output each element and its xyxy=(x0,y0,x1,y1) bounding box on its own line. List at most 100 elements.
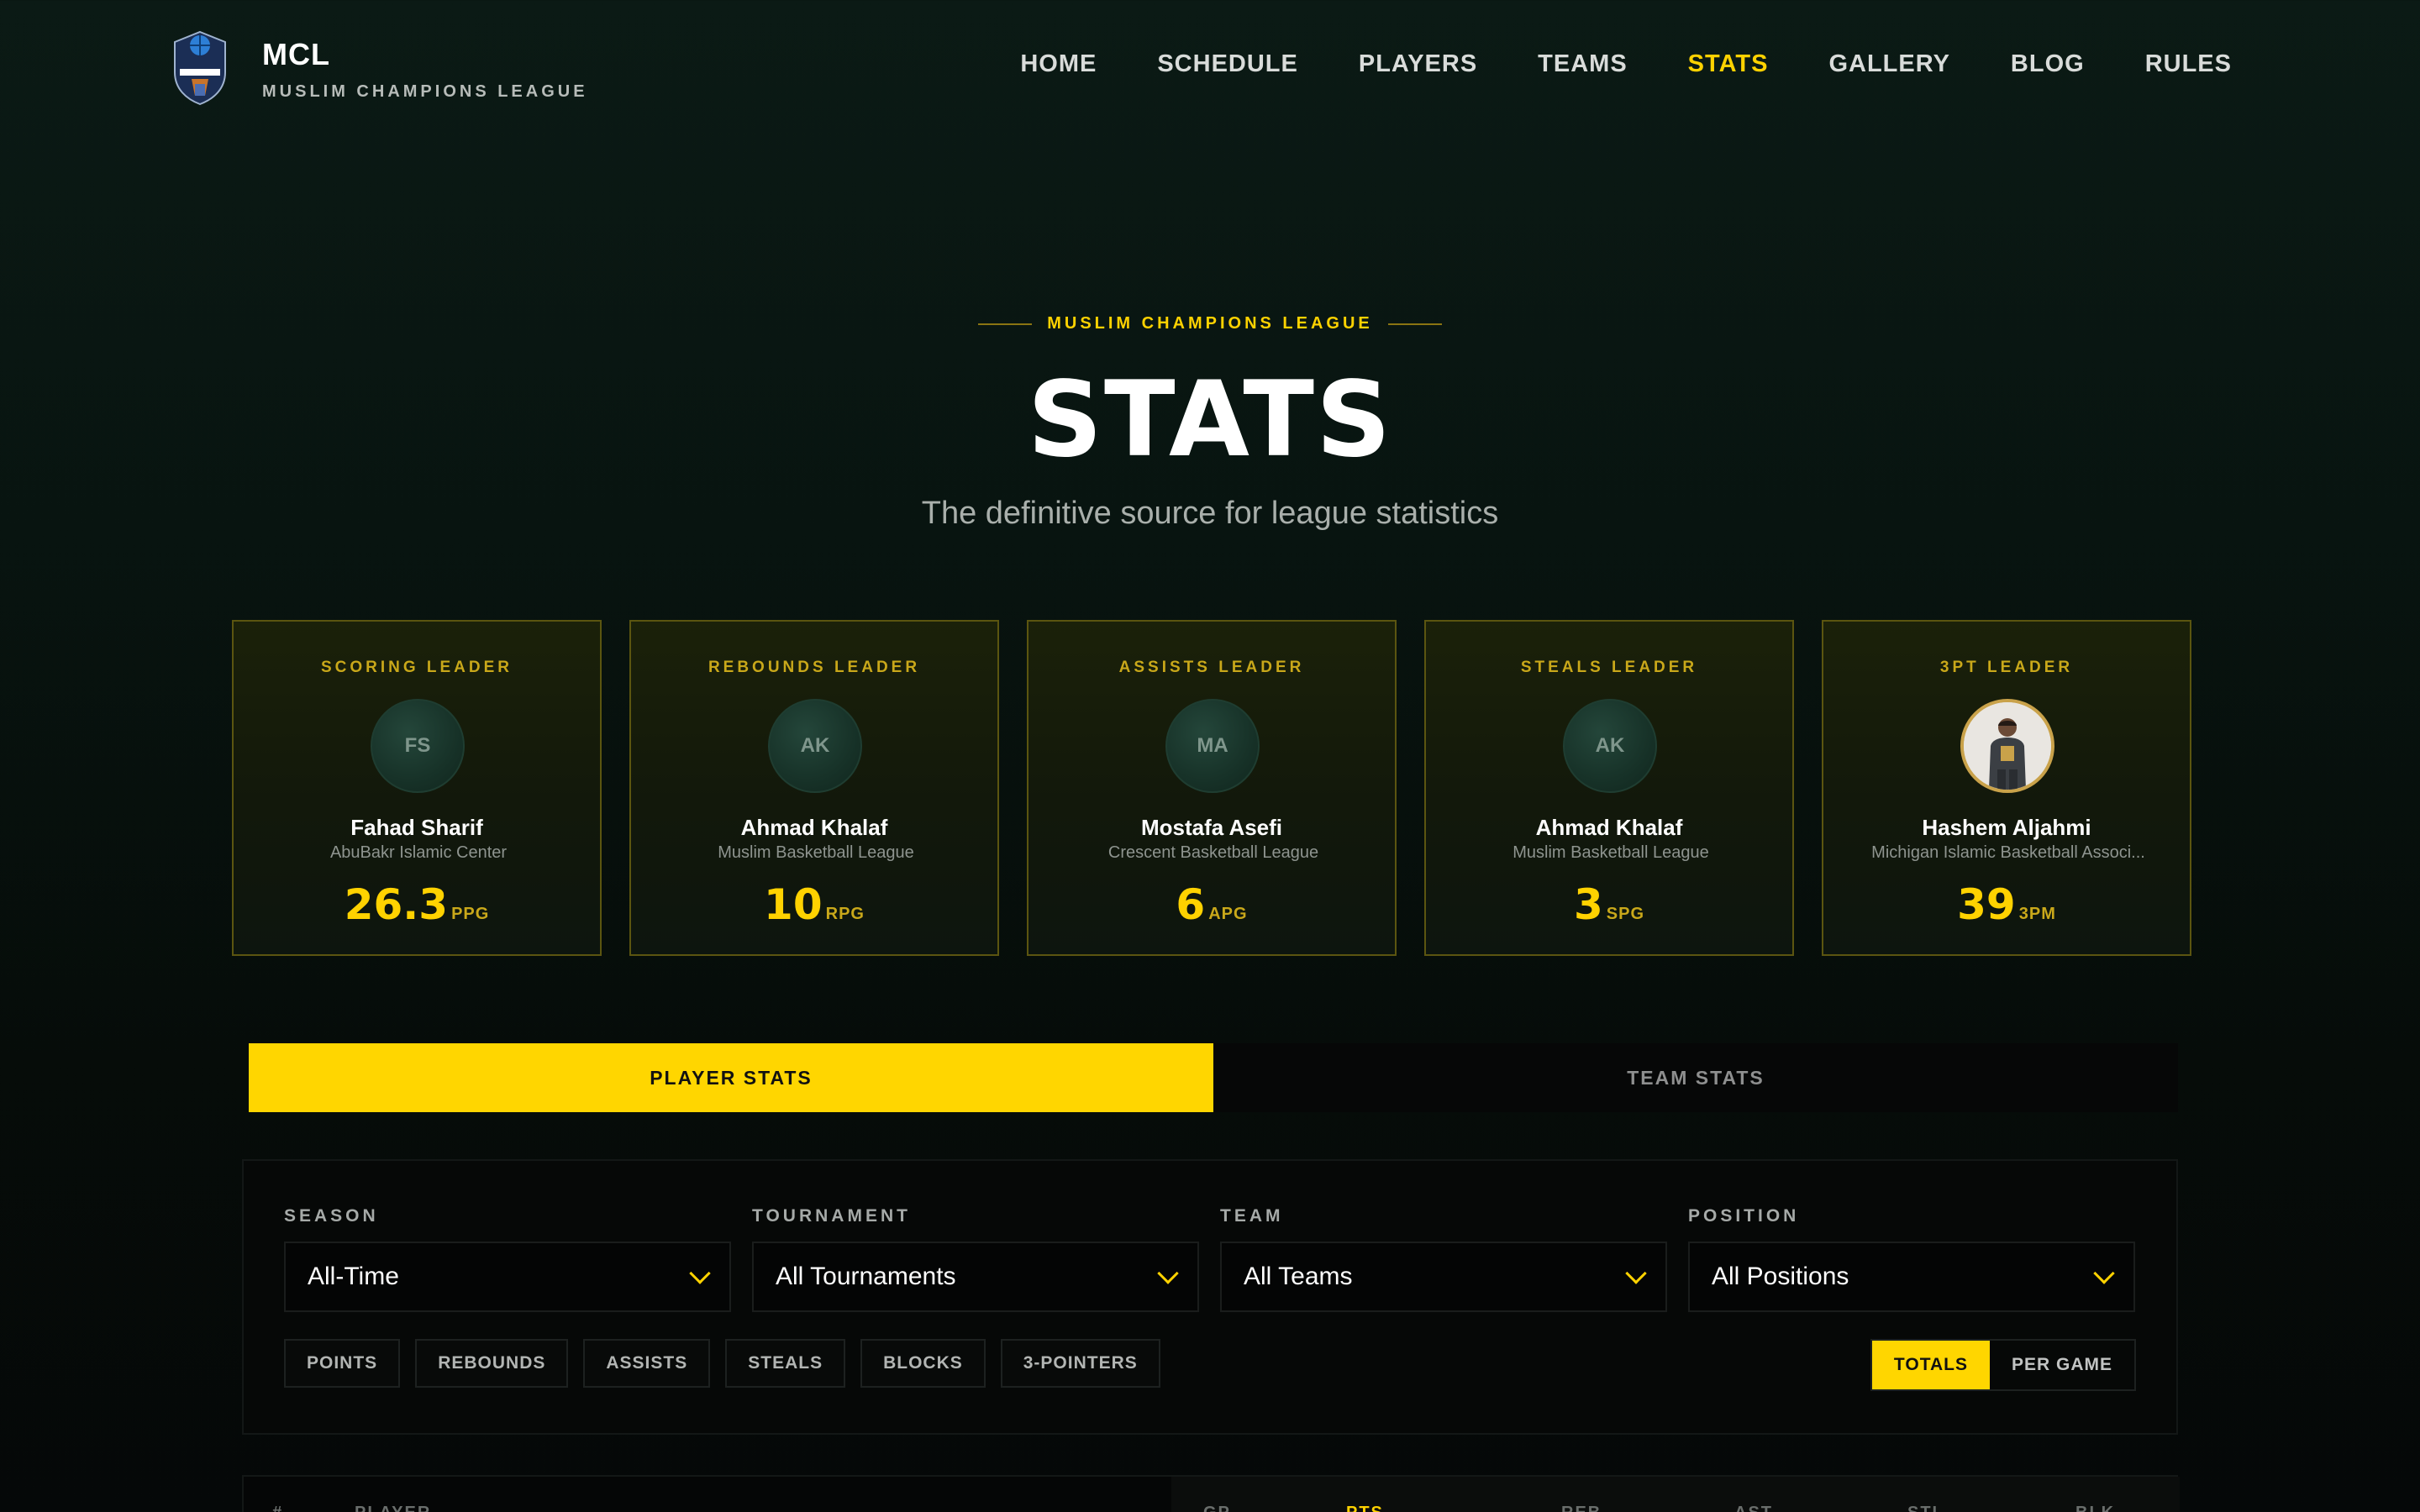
column-reb[interactable]: REB xyxy=(1561,1504,1602,1512)
nav-schedule[interactable]: SCHEDULE xyxy=(1157,50,1298,78)
leader-team: AbuBakr Islamic Center xyxy=(329,843,508,862)
leader-stat-unit: 3PM xyxy=(2018,905,2056,923)
chip-3-pointers[interactable]: 3-POINTERS xyxy=(1000,1339,1160,1388)
nav-rules[interactable]: RULES xyxy=(2145,50,2232,78)
filter-label: SEASON xyxy=(284,1206,379,1226)
stats-table: # PLAYER GP PTS REB AST STL BLK xyxy=(242,1475,2180,1512)
leader-card-label: ASSISTS LEADER xyxy=(1118,659,1305,676)
team-filter: TEAM All Teams xyxy=(1220,1206,1667,1312)
tab-player-stats[interactable]: PLAYER STATS xyxy=(249,1043,1213,1112)
leader-card-label: 3PT LEADER xyxy=(1939,659,2074,676)
eyebrow-divider-left xyxy=(978,323,1033,325)
leader-stat-unit: RPG xyxy=(825,905,865,923)
select-value: All Teams xyxy=(1244,1263,1353,1290)
column-pts[interactable]: PTS xyxy=(1346,1504,1384,1512)
nav-players[interactable]: PLAYERS xyxy=(1359,50,1477,78)
nav-blog[interactable]: BLOG xyxy=(2011,50,2085,78)
column-rank[interactable]: # xyxy=(272,1504,283,1512)
brand-subtitle: MUSLIM CHAMPIONS LEAGUE xyxy=(262,82,588,101)
brand-name[interactable]: MCL xyxy=(262,37,330,72)
league-logo-icon[interactable] xyxy=(170,29,230,106)
leader-card-label: SCORING LEADER xyxy=(320,659,513,676)
filter-label: POSITION xyxy=(1688,1206,1800,1226)
filter-label: TEAM xyxy=(1220,1206,1284,1226)
eyebrow-divider-right xyxy=(1387,323,1442,325)
main-nav: HOME SCHEDULE PLAYERS TEAMS STATS GALLER… xyxy=(1020,50,2232,78)
leader-stat-value: 6 xyxy=(1176,880,1206,929)
avatar: AK xyxy=(1563,699,1657,793)
leader-team: Crescent Basketball League xyxy=(1107,843,1319,862)
leader-card-label: REBOUNDS LEADER xyxy=(708,659,921,676)
player-photo-avatar xyxy=(1960,699,2054,793)
chip-blocks[interactable]: BLOCKS xyxy=(860,1339,986,1388)
avatar: MA xyxy=(1165,699,1260,793)
select-value: All Positions xyxy=(1712,1263,1849,1290)
column-gp[interactable]: GP xyxy=(1203,1504,1231,1512)
chevron-down-icon xyxy=(2093,1263,2115,1284)
chip-points[interactable]: POINTS xyxy=(284,1339,401,1388)
leader-stat-value: 3 xyxy=(1573,880,1603,929)
leader-stat-unit: SPG xyxy=(1606,905,1645,923)
select-value: All-Time xyxy=(308,1263,399,1290)
leader-name[interactable]: Ahmad Khalaf xyxy=(1426,815,1792,841)
chip-steals[interactable]: STEALS xyxy=(725,1339,846,1388)
avatar: FS xyxy=(371,699,465,793)
leader-team: Muslim Basketball League xyxy=(1512,843,1709,862)
chevron-down-icon xyxy=(1157,1263,1179,1284)
team-select[interactable]: All Teams xyxy=(1220,1242,1667,1312)
leader-card-scoring[interactable]: SCORING LEADER FS Fahad Sharif AbuBakr I… xyxy=(232,620,602,956)
toggle-totals[interactable]: TOTALS xyxy=(1871,1341,1990,1389)
season-filter: SEASON All-Time xyxy=(284,1206,731,1312)
avatar: AK xyxy=(768,699,862,793)
position-filter: POSITION All Positions xyxy=(1688,1206,2135,1312)
chip-rebounds[interactable]: REBOUNDS xyxy=(415,1339,569,1388)
site-header: MCL MUSLIM CHAMPIONS LEAGUE HOME SCHEDUL… xyxy=(0,0,2420,134)
nav-gallery[interactable]: GALLERY xyxy=(1828,50,1949,78)
filters-panel: SEASON All-Time TOURNAMENT All Tournamen… xyxy=(242,1159,2178,1435)
hero-eyebrow-text: MUSLIM CHAMPIONS LEAGUE xyxy=(1047,314,1373,333)
leader-card-steals[interactable]: STEALS LEADER AK Ahmad Khalaf Muslim Bas… xyxy=(1424,620,1794,956)
stats-tabs: PLAYER STATS TEAM STATS xyxy=(249,1043,2178,1112)
leader-stat: 3 SPG xyxy=(1426,880,1792,929)
leader-card-assists[interactable]: ASSISTS LEADER MA Mostafa Asefi Crescent… xyxy=(1027,620,1397,956)
leader-card-rebounds[interactable]: REBOUNDS LEADER AK Ahmad Khalaf Muslim B… xyxy=(629,620,999,956)
position-select[interactable]: All Positions xyxy=(1688,1242,2135,1312)
leader-stat-unit: PPG xyxy=(451,905,490,923)
select-value: All Tournaments xyxy=(776,1263,956,1290)
leader-stat-value: 26.3 xyxy=(344,880,449,929)
leader-team: Muslim Basketball League xyxy=(718,843,914,862)
leader-stat: 10 RPG xyxy=(631,880,997,929)
season-select[interactable]: All-Time xyxy=(284,1242,731,1312)
leader-name[interactable]: Mostafa Asefi xyxy=(1028,815,1395,841)
leader-name[interactable]: Hashem Aljahmi xyxy=(1823,815,2190,841)
leader-name[interactable]: Ahmad Khalaf xyxy=(631,815,997,841)
leader-card-3pt[interactable]: 3PT LEADER Hashem Aljahmi Michigan Islam… xyxy=(1822,620,2191,956)
toggle-per-game[interactable]: PER GAME xyxy=(1990,1341,2134,1389)
leader-name[interactable]: Fahad Sharif xyxy=(234,815,600,841)
hero-eyebrow: MUSLIM CHAMPIONS LEAGUE xyxy=(0,314,2420,333)
column-player[interactable]: PLAYER xyxy=(355,1504,431,1512)
nav-teams[interactable]: TEAMS xyxy=(1538,50,1628,78)
nav-home[interactable]: HOME xyxy=(1020,50,1097,78)
nav-stats[interactable]: STATS xyxy=(1688,50,1769,78)
tab-team-stats[interactable]: TEAM STATS xyxy=(1213,1043,2178,1112)
stats-columns-bg xyxy=(1171,1477,2180,1512)
leader-stat: 26.3 PPG xyxy=(234,880,600,929)
tournament-select[interactable]: All Tournaments xyxy=(752,1242,1199,1312)
leader-cards: SCORING LEADER FS Fahad Sharif AbuBakr I… xyxy=(232,620,2191,956)
tournament-filter: TOURNAMENT All Tournaments xyxy=(752,1206,1199,1312)
chip-assists[interactable]: ASSISTS xyxy=(583,1339,711,1388)
column-blk[interactable]: BLK xyxy=(2075,1504,2115,1512)
column-ast[interactable]: AST xyxy=(1734,1504,1773,1512)
leader-team: Michigan Islamic Basketball Associ... xyxy=(1871,843,2145,862)
totals-pergame-toggle: TOTALS PER GAME xyxy=(1870,1339,2136,1391)
leader-stat-value: 39 xyxy=(1957,880,2016,929)
leader-stat: 39 3PM xyxy=(1823,880,2190,929)
player-photo-icon xyxy=(1964,702,2051,790)
page-title: STATS xyxy=(1027,360,1393,480)
leader-stat: 6 APG xyxy=(1028,880,1395,929)
chevron-down-icon xyxy=(1625,1263,1647,1284)
column-stl[interactable]: STL xyxy=(1907,1504,1944,1512)
leader-stat-value: 10 xyxy=(764,880,823,929)
leader-stat-unit: APG xyxy=(1208,905,1248,923)
